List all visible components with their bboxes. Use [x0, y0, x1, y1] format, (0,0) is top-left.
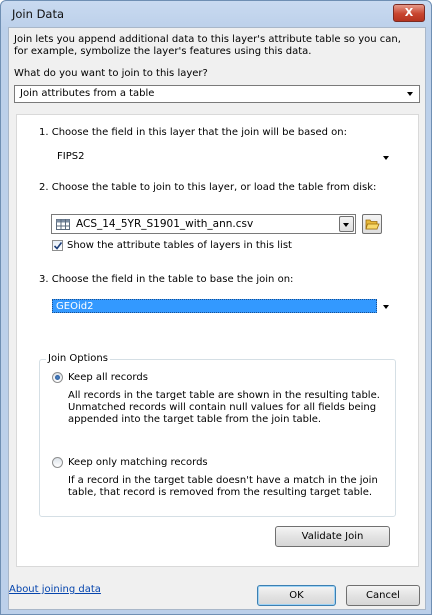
keep-all-desc-line2: Unmatched records will contain null valu…: [68, 402, 377, 413]
step2-label: 2. Choose the table to join to this laye…: [39, 182, 377, 193]
table-icon: [56, 219, 70, 230]
validate-join-button[interactable]: Validate Join: [275, 526, 390, 547]
join-table-value: ACS_14_5YR_S1901_with_ann.csv: [76, 218, 254, 230]
join-table-dropdown-button[interactable]: [339, 216, 354, 232]
window-title: Join Data: [12, 7, 65, 21]
close-button[interactable]: X: [393, 4, 425, 22]
join-data-dialog: Join Data X Join lets you append additio…: [0, 0, 432, 615]
open-folder-icon: [365, 219, 380, 230]
keep-matching-records-label: Keep only matching records: [68, 457, 208, 468]
checkmark-icon: [53, 242, 63, 250]
join-type-dropdown[interactable]: Join attributes from a table: [14, 85, 420, 103]
intro-text-line2: for example, symbolize the layer's featu…: [14, 46, 312, 57]
dropdown-arrow-icon: [407, 92, 413, 96]
keep-matching-desc-line2: table, that record is removed from the r…: [68, 487, 373, 498]
cancel-button[interactable]: Cancel: [346, 585, 420, 606]
step1-label: 1. Choose the field in this layer that t…: [39, 127, 347, 138]
show-layer-tables-checkbox[interactable]: [52, 240, 63, 251]
dropdown-arrow-icon: [343, 223, 349, 227]
close-icon: X: [404, 6, 414, 19]
layer-field-value: FIPS2: [57, 151, 85, 162]
join-options-group: Join Options Keep all records All record…: [39, 353, 396, 517]
keep-all-records-radio[interactable]: [52, 372, 63, 383]
keep-all-records-label: Keep all records: [68, 372, 148, 383]
ok-button[interactable]: OK: [257, 585, 336, 606]
join-type-value: Join attributes from a table: [20, 88, 155, 99]
keep-matching-desc-line1: If a record in the target table doesn't …: [68, 475, 378, 486]
selection-highlight: [52, 299, 377, 313]
title-bar[interactable]: Join Data X: [1, 1, 431, 27]
join-type-label: What do you want to join to this layer?: [14, 68, 208, 79]
join-table-dropdown[interactable]: ACS_14_5YR_S1901_with_ann.csv: [51, 214, 356, 234]
keep-all-desc-line1: All records in the target table are show…: [68, 390, 380, 401]
browse-table-button[interactable]: [362, 214, 382, 234]
show-layer-tables-label: Show the attribute tables of layers in t…: [67, 240, 292, 251]
join-table-field-value: GEOid2: [56, 301, 94, 312]
step3-label: 3. Choose the field in the table to base…: [39, 274, 294, 285]
dropdown-arrow-icon: [383, 156, 389, 160]
intro-text-line1: Join lets you append additional data to …: [14, 34, 401, 45]
layer-field-dropdown[interactable]: FIPS2: [51, 148, 396, 166]
join-table-field-dropdown[interactable]: GEOid2: [50, 297, 396, 315]
join-options-title: Join Options: [46, 353, 110, 364]
dropdown-arrow-icon: [383, 305, 389, 309]
keep-all-desc-line3: appended into the target table from the …: [68, 414, 322, 425]
keep-matching-records-radio[interactable]: [52, 457, 63, 468]
dialog-body: Join lets you append additional data to …: [8, 27, 426, 610]
about-joining-data-link[interactable]: About joining data: [9, 584, 101, 595]
join-settings-panel: 1. Choose the field in this layer that t…: [16, 114, 419, 567]
radio-selected-dot: [55, 375, 60, 380]
